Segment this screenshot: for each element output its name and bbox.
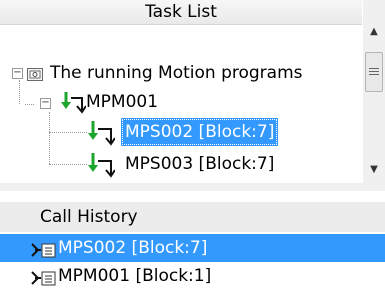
- tree-root-label: The running Motion programs: [50, 63, 303, 83]
- call-history-item[interactable]: MPS002 [Block:7]: [0, 234, 385, 262]
- scroll-thumb[interactable]: [365, 52, 383, 92]
- tree-item-label: MPS002 [Block:7]: [121, 118, 279, 146]
- scroll-up-icon[interactable]: ▲: [363, 22, 385, 42]
- collapse-icon[interactable]: −: [12, 68, 23, 79]
- tree-connector: [49, 132, 87, 133]
- call-history-title: Call History: [40, 207, 138, 227]
- tree-item-label: MPM001: [86, 92, 159, 112]
- call-history-header: Call History: [0, 202, 385, 232]
- tree-connector: [49, 164, 87, 165]
- motion-program-icon: [87, 153, 116, 186]
- vertical-scrollbar[interactable]: ▲ ▼: [363, 0, 385, 183]
- tree-item-mps002[interactable]: MPS002 [Block:7]: [87, 118, 305, 146]
- program-group-icon: [27, 65, 43, 89]
- tree-connector: [49, 112, 50, 164]
- scroll-down-icon[interactable]: ▼: [363, 160, 385, 180]
- call-history-icon: [31, 268, 57, 296]
- tree-item-mps003[interactable]: MPS003 [Block:7]: [87, 150, 305, 178]
- call-history-label: MPM001 [Block:1]: [58, 266, 212, 286]
- task-list-header[interactable]: Task List: [0, 0, 362, 25]
- tree-item-mpm001[interactable]: − MPM001: [0, 90, 362, 114]
- task-list-title: Task List: [145, 2, 217, 22]
- call-history-label: MPS002 [Block:7]: [58, 238, 208, 258]
- collapse-icon[interactable]: −: [40, 98, 51, 109]
- tree-root-row[interactable]: − The running Motion programs: [0, 61, 362, 85]
- task-list-panel: Task List − The running Motion programs …: [0, 0, 385, 191]
- call-history-item[interactable]: MPM001 [Block:1]: [0, 262, 385, 290]
- motion-program-icon: [60, 92, 87, 121]
- horizontal-scrollbar[interactable]: [0, 183, 385, 191]
- tree-item-label: MPS003 [Block:7]: [125, 154, 275, 174]
